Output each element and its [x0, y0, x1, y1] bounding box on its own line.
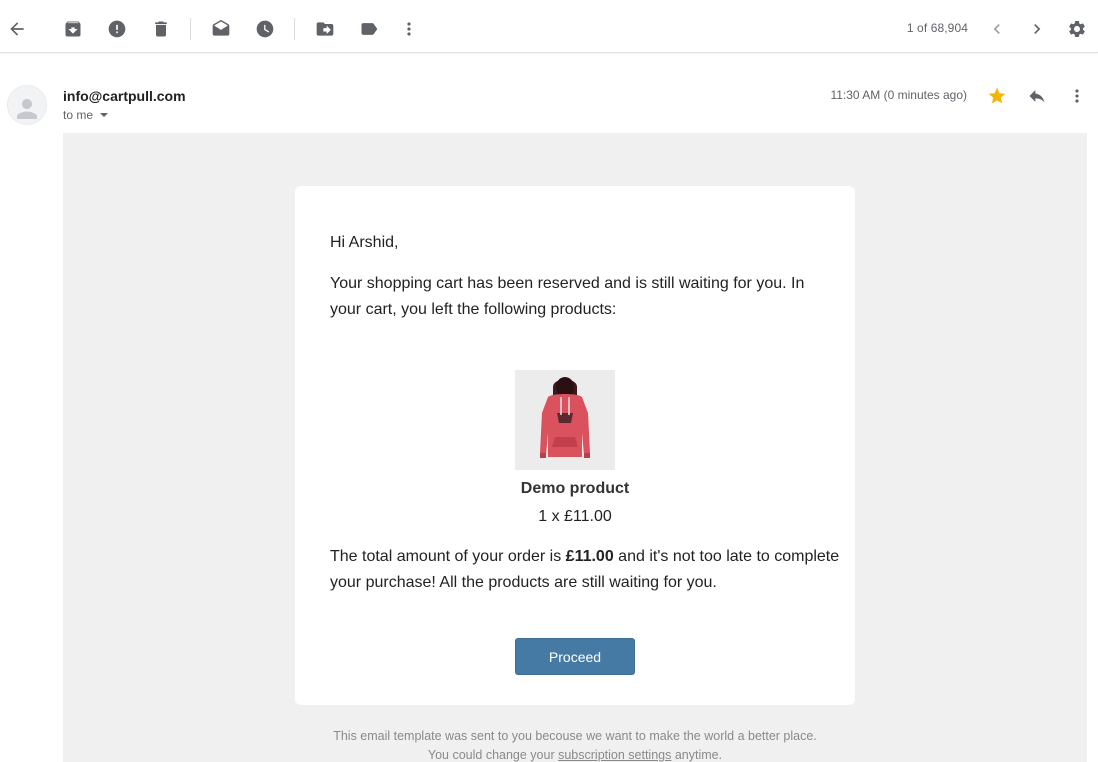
product-name: Demo product — [520, 480, 630, 497]
reply-icon[interactable] — [1022, 81, 1052, 111]
product-quantity-price: 1 x £11.00 — [538, 508, 612, 525]
footer-note: This email template was sent to you beco… — [325, 727, 825, 762]
person-icon — [17, 99, 37, 119]
report-spam-icon[interactable] — [101, 13, 133, 45]
email-card: Hi Arshid, Your shopping cart has been r… — [295, 186, 855, 705]
chevron-left-icon[interactable] — [981, 13, 1013, 45]
chevron-right-icon[interactable] — [1021, 13, 1053, 45]
subscription-settings-link[interactable]: subscription settings — [558, 748, 671, 762]
total-prefix: The total amount of your order is — [330, 548, 566, 565]
toolbar-divider — [190, 18, 191, 40]
more-vert-icon[interactable] — [393, 13, 425, 45]
snooze-icon[interactable] — [249, 13, 281, 45]
more-vert-icon[interactable] — [1062, 81, 1092, 111]
order-total-text: The total amount of your order is £11.00… — [330, 544, 840, 596]
back-arrow-icon[interactable] — [1, 13, 33, 45]
delete-icon[interactable] — [145, 13, 177, 45]
move-to-icon[interactable] — [309, 13, 341, 45]
hoodie-illustration — [540, 377, 590, 458]
page-count: 1 of 68,904 — [906, 21, 968, 35]
hoodie-image — [515, 370, 615, 470]
star-icon[interactable] — [982, 81, 1012, 111]
intro-text: Your shopping cart has been reserved and… — [330, 275, 805, 318]
mail-toolbar: 1 of 68,904 — [0, 0, 1098, 53]
settings-gear-icon[interactable] — [1061, 13, 1093, 45]
message-timestamp: 11:30 AM (0 minutes ago) — [830, 88, 967, 102]
footer-text-end: anytime. — [671, 748, 723, 762]
toolbar-divider — [294, 18, 295, 40]
total-amount: £11.00 — [565, 548, 614, 565]
mark-unread-icon[interactable] — [205, 13, 237, 45]
recipient-details-toggle[interactable]: to me — [63, 108, 109, 122]
archive-icon[interactable] — [57, 13, 89, 45]
proceed-button[interactable]: Proceed — [515, 638, 635, 675]
greeting-text: Hi Arshid, — [330, 234, 399, 251]
label-icon[interactable] — [353, 13, 385, 45]
sender-avatar[interactable] — [7, 85, 47, 125]
email-body: Hi Arshid, Your shopping cart has been r… — [63, 133, 1087, 762]
recipient-label: to me — [63, 108, 94, 122]
sender-address[interactable]: info@cartpull.com — [63, 88, 186, 104]
caret-down-icon — [100, 113, 109, 117]
